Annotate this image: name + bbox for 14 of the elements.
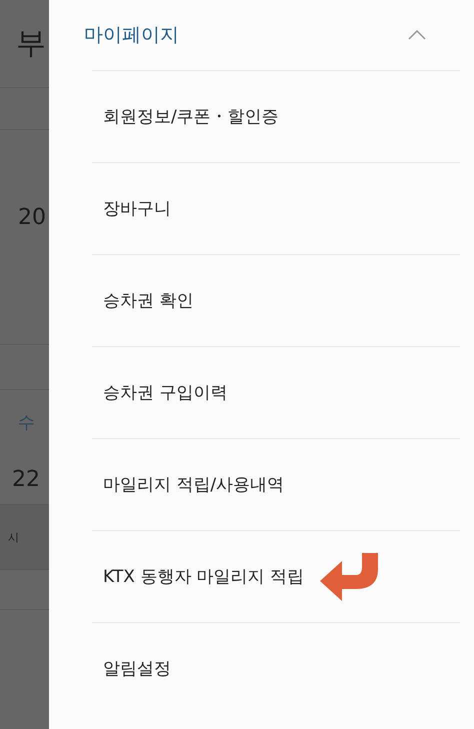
menu-item[interactable]: 승차권 확인 xyxy=(103,289,194,312)
hour-unit-text: 시 xyxy=(8,530,19,544)
date-text: 20 xyxy=(18,205,46,230)
menu-item[interactable]: 회원정보/쿠폰・할인증 xyxy=(103,105,279,128)
menu-item[interactable]: 승차권 구입이력 xyxy=(103,381,228,404)
menu-title: 마이페이지 xyxy=(84,23,179,48)
date-text: 22 xyxy=(12,467,40,492)
chevron-up-icon[interactable] xyxy=(408,30,426,40)
menu-item[interactable]: KTX 동행자 마일리지 적립 xyxy=(103,565,304,588)
page-title: 부 xyxy=(16,25,46,63)
weekday-text: 수 xyxy=(18,412,35,434)
menu-item[interactable]: 마일리지 적립/사용내역 xyxy=(103,473,284,496)
menu-item[interactable]: 알림설정 xyxy=(103,657,171,680)
menu-item[interactable]: 장바구니 xyxy=(103,197,171,220)
